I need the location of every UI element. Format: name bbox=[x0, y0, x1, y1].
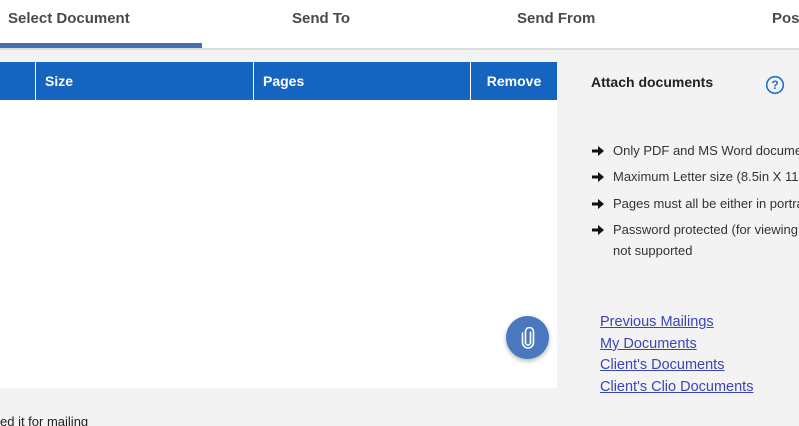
column-header-name bbox=[0, 62, 36, 100]
svg-text:?: ? bbox=[771, 78, 778, 92]
clients-documents-link[interactable]: Client's Documents bbox=[600, 355, 753, 377]
tab-select-document[interactable]: Select Document bbox=[8, 0, 130, 48]
document-links: Previous Mailings My Documents Client's … bbox=[600, 312, 753, 399]
column-header-remove: Remove bbox=[486, 73, 542, 89]
help-circle-icon[interactable]: ? bbox=[765, 75, 785, 95]
rule-text: Password protected (for viewing not supp… bbox=[613, 219, 798, 261]
app: Select Document Send To Send From Pos Si… bbox=[0, 0, 799, 426]
rule-text: Pages must all be either in portra bbox=[613, 196, 799, 211]
tab-send-from[interactable]: Send From bbox=[517, 0, 595, 48]
active-tab-indicator bbox=[0, 43, 202, 48]
clients-clio-documents-link[interactable]: Client's Clio Documents bbox=[600, 377, 753, 399]
arrow-right-icon bbox=[592, 225, 604, 235]
tab-send-to[interactable]: Send To bbox=[292, 0, 350, 48]
panel-title: Attach documents bbox=[591, 74, 714, 90]
rule-text-line: Password protected (for viewing bbox=[613, 222, 798, 237]
column-header-size: Size bbox=[36, 62, 254, 100]
arrow-right-icon bbox=[592, 199, 604, 209]
attach-documents-panel: Attach documents ? Only PDF and MS Word … bbox=[557, 52, 799, 426]
tab-post[interactable]: Pos bbox=[772, 0, 799, 48]
table-header: Size Pages Remove bbox=[0, 62, 557, 100]
attach-file-button[interactable] bbox=[506, 316, 549, 359]
footer-text: ed it for mailing bbox=[0, 414, 89, 426]
arrow-right-icon bbox=[592, 146, 604, 156]
rule-text-line: not supported bbox=[613, 243, 693, 258]
paperclip-icon bbox=[521, 326, 534, 349]
previous-mailings-link[interactable]: Previous Mailings bbox=[600, 312, 753, 334]
stepper-tabs: Select Document Send To Send From Pos bbox=[0, 0, 799, 50]
column-header-pages: Pages bbox=[254, 62, 471, 100]
my-documents-link[interactable]: My Documents bbox=[600, 334, 753, 356]
arrow-right-icon bbox=[592, 172, 604, 182]
documents-table: Size Pages Remove bbox=[0, 62, 557, 388]
rule-text: Only PDF and MS Word documer bbox=[613, 143, 799, 158]
rule-text: Maximum Letter size (8.5in X 11 bbox=[613, 169, 799, 184]
